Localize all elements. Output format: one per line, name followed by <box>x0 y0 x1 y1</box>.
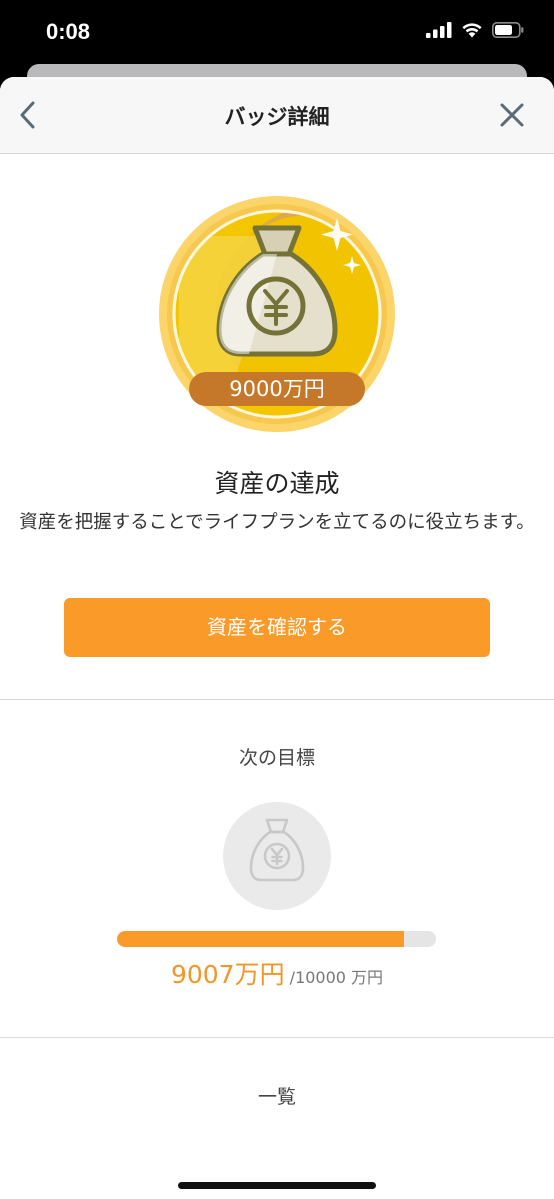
next-goal-label: 次の目標 <box>238 747 315 769</box>
achievement-description: 資産を把握することでライフプランを立てるのに役立ちます。 <box>19 512 535 533</box>
wifi-icon <box>462 23 482 38</box>
current-value: 9007 <box>170 960 235 989</box>
confirm-assets-button[interactable]: 資産を確認する <box>64 598 490 657</box>
list-link[interactable]: 一覧 <box>0 1082 554 1109</box>
goal-progress-bar <box>117 931 436 947</box>
current-unit: 万円 <box>234 960 285 989</box>
next-badge-icon <box>223 802 331 910</box>
status-time: 0:08 <box>46 19 91 44</box>
divider <box>0 699 554 700</box>
goal-progress-text: 9007万円 /10000 万円 <box>0 955 554 991</box>
divider <box>0 1037 554 1038</box>
signal-icon <box>426 22 452 38</box>
nav-bar: バッジ詳細 <box>0 77 554 154</box>
close-icon <box>500 103 524 127</box>
badge-detail-sheet: バッジ詳細 9000万円 資産の達成 資産を把握することでライフプランを立てるの… <box>0 77 554 1199</box>
status-icons <box>426 22 524 38</box>
goal-progress-fill <box>117 931 405 947</box>
close-button[interactable] <box>496 99 528 131</box>
achievement-title: 資産の達成 <box>214 469 340 498</box>
battery-icon <box>492 22 524 38</box>
badge-amount-ribbon: 9000万円 <box>189 372 365 406</box>
status-bar: 0:08 <box>0 0 554 66</box>
home-indicator <box>178 1182 376 1189</box>
goal-value: /10000 万円 <box>289 968 384 987</box>
page-title: バッジ詳細 <box>224 105 330 129</box>
